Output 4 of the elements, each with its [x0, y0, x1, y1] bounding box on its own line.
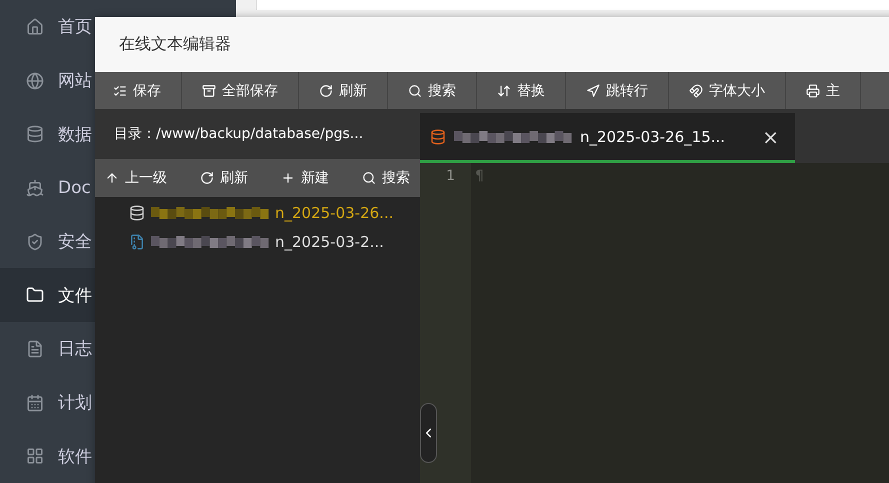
- line-number: 1: [446, 167, 455, 185]
- dialog-title: 在线文本编辑器: [119, 34, 231, 55]
- code-line: ¶: [475, 167, 485, 185]
- path-text: 目录：/www/backup/database/pgs...: [114, 125, 364, 143]
